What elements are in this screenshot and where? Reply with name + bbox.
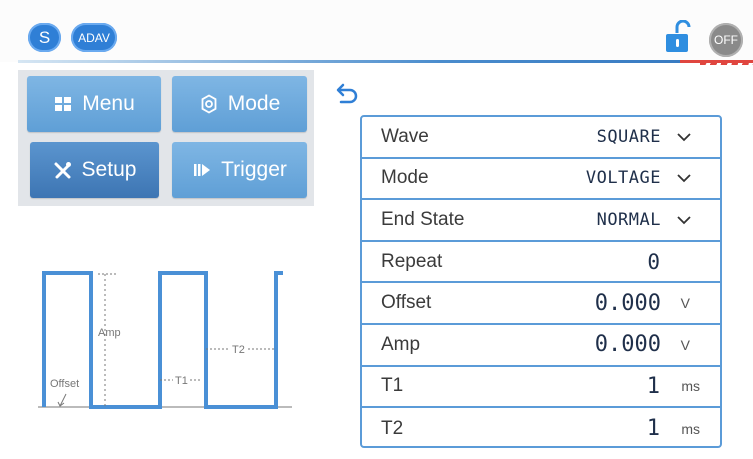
wave-select-value[interactable]: SQUARE — [597, 127, 661, 147]
param-row-amp[interactable]: Amp 0.000 V — [362, 325, 720, 367]
output-off-button[interactable]: OFF — [709, 23, 743, 57]
t2-input[interactable]: 1 — [647, 416, 660, 441]
header-divider — [18, 60, 723, 63]
t1-input[interactable]: 1 — [647, 374, 660, 399]
chevron-down-icon[interactable] — [676, 132, 692, 142]
param-row-offset[interactable]: Offset 0.000 V — [362, 283, 720, 325]
param-row-t1[interactable]: T1 1 ms — [362, 367, 720, 409]
adav-badge[interactable]: ADAV — [71, 23, 117, 52]
trigger-button[interactable]: Trigger — [172, 142, 307, 198]
end-state-select-value[interactable]: NORMAL — [597, 210, 661, 230]
trigger-button-label: Trigger — [221, 158, 287, 181]
param-row-mode[interactable]: Mode VOLTAGE — [362, 159, 720, 201]
param-row-end-state[interactable]: End State NORMAL — [362, 200, 720, 242]
square-waveform — [42, 271, 283, 409]
unit-label: V — [680, 336, 690, 353]
repeat-input[interactable]: 0 — [647, 250, 660, 274]
param-label: Amp — [381, 333, 421, 355]
alert-stripe-hatch — [700, 63, 753, 65]
t2-label: T2 — [232, 344, 245, 356]
parameter-table: Wave SQUARE Mode VOLTAGE End State NORMA… — [360, 115, 722, 448]
unlock-icon[interactable] — [664, 20, 692, 54]
param-row-repeat[interactable]: Repeat 0 — [362, 242, 720, 284]
unit-label: ms — [681, 378, 700, 395]
chevron-down-icon[interactable] — [676, 173, 692, 183]
param-label: T2 — [381, 417, 404, 439]
param-label: Offset — [381, 292, 432, 314]
unit-label: ms — [681, 420, 700, 437]
back-arrow-icon[interactable] — [333, 82, 359, 104]
amp-label: Amp — [98, 327, 121, 339]
param-label: Mode — [381, 167, 429, 189]
param-label: Wave — [381, 125, 429, 147]
chevron-down-icon[interactable] — [676, 215, 692, 225]
mode-button[interactable]: Mode — [172, 76, 307, 132]
param-label: End State — [381, 208, 465, 230]
menu-button[interactable]: Menu — [27, 76, 161, 132]
param-label: Repeat — [381, 250, 443, 272]
trigger-icon — [194, 164, 211, 176]
menu-button-label: Menu — [82, 92, 135, 115]
setup-button-label: Setup — [81, 158, 137, 181]
offset-input[interactable]: 0.000 — [595, 291, 661, 316]
mode-select-value[interactable]: VOLTAGE — [586, 168, 661, 188]
grid-icon — [55, 97, 72, 111]
t1-label: T1 — [175, 375, 188, 387]
offset-label: Offset — [50, 378, 79, 390]
unit-label: V — [680, 295, 690, 312]
param-row-t2[interactable]: T2 1 ms — [362, 408, 720, 450]
param-label: T1 — [381, 375, 404, 397]
mode-button-label: Mode — [227, 92, 281, 115]
s-badge[interactable]: S — [28, 23, 61, 52]
tools-icon — [54, 162, 71, 179]
gear-icon — [201, 94, 217, 114]
setup-button[interactable]: Setup — [30, 142, 159, 198]
param-row-wave[interactable]: Wave SQUARE — [362, 117, 720, 159]
square-wave-diagram: Amp Offset T1 T2 — [38, 271, 292, 409]
amp-input[interactable]: 0.000 — [595, 332, 661, 357]
